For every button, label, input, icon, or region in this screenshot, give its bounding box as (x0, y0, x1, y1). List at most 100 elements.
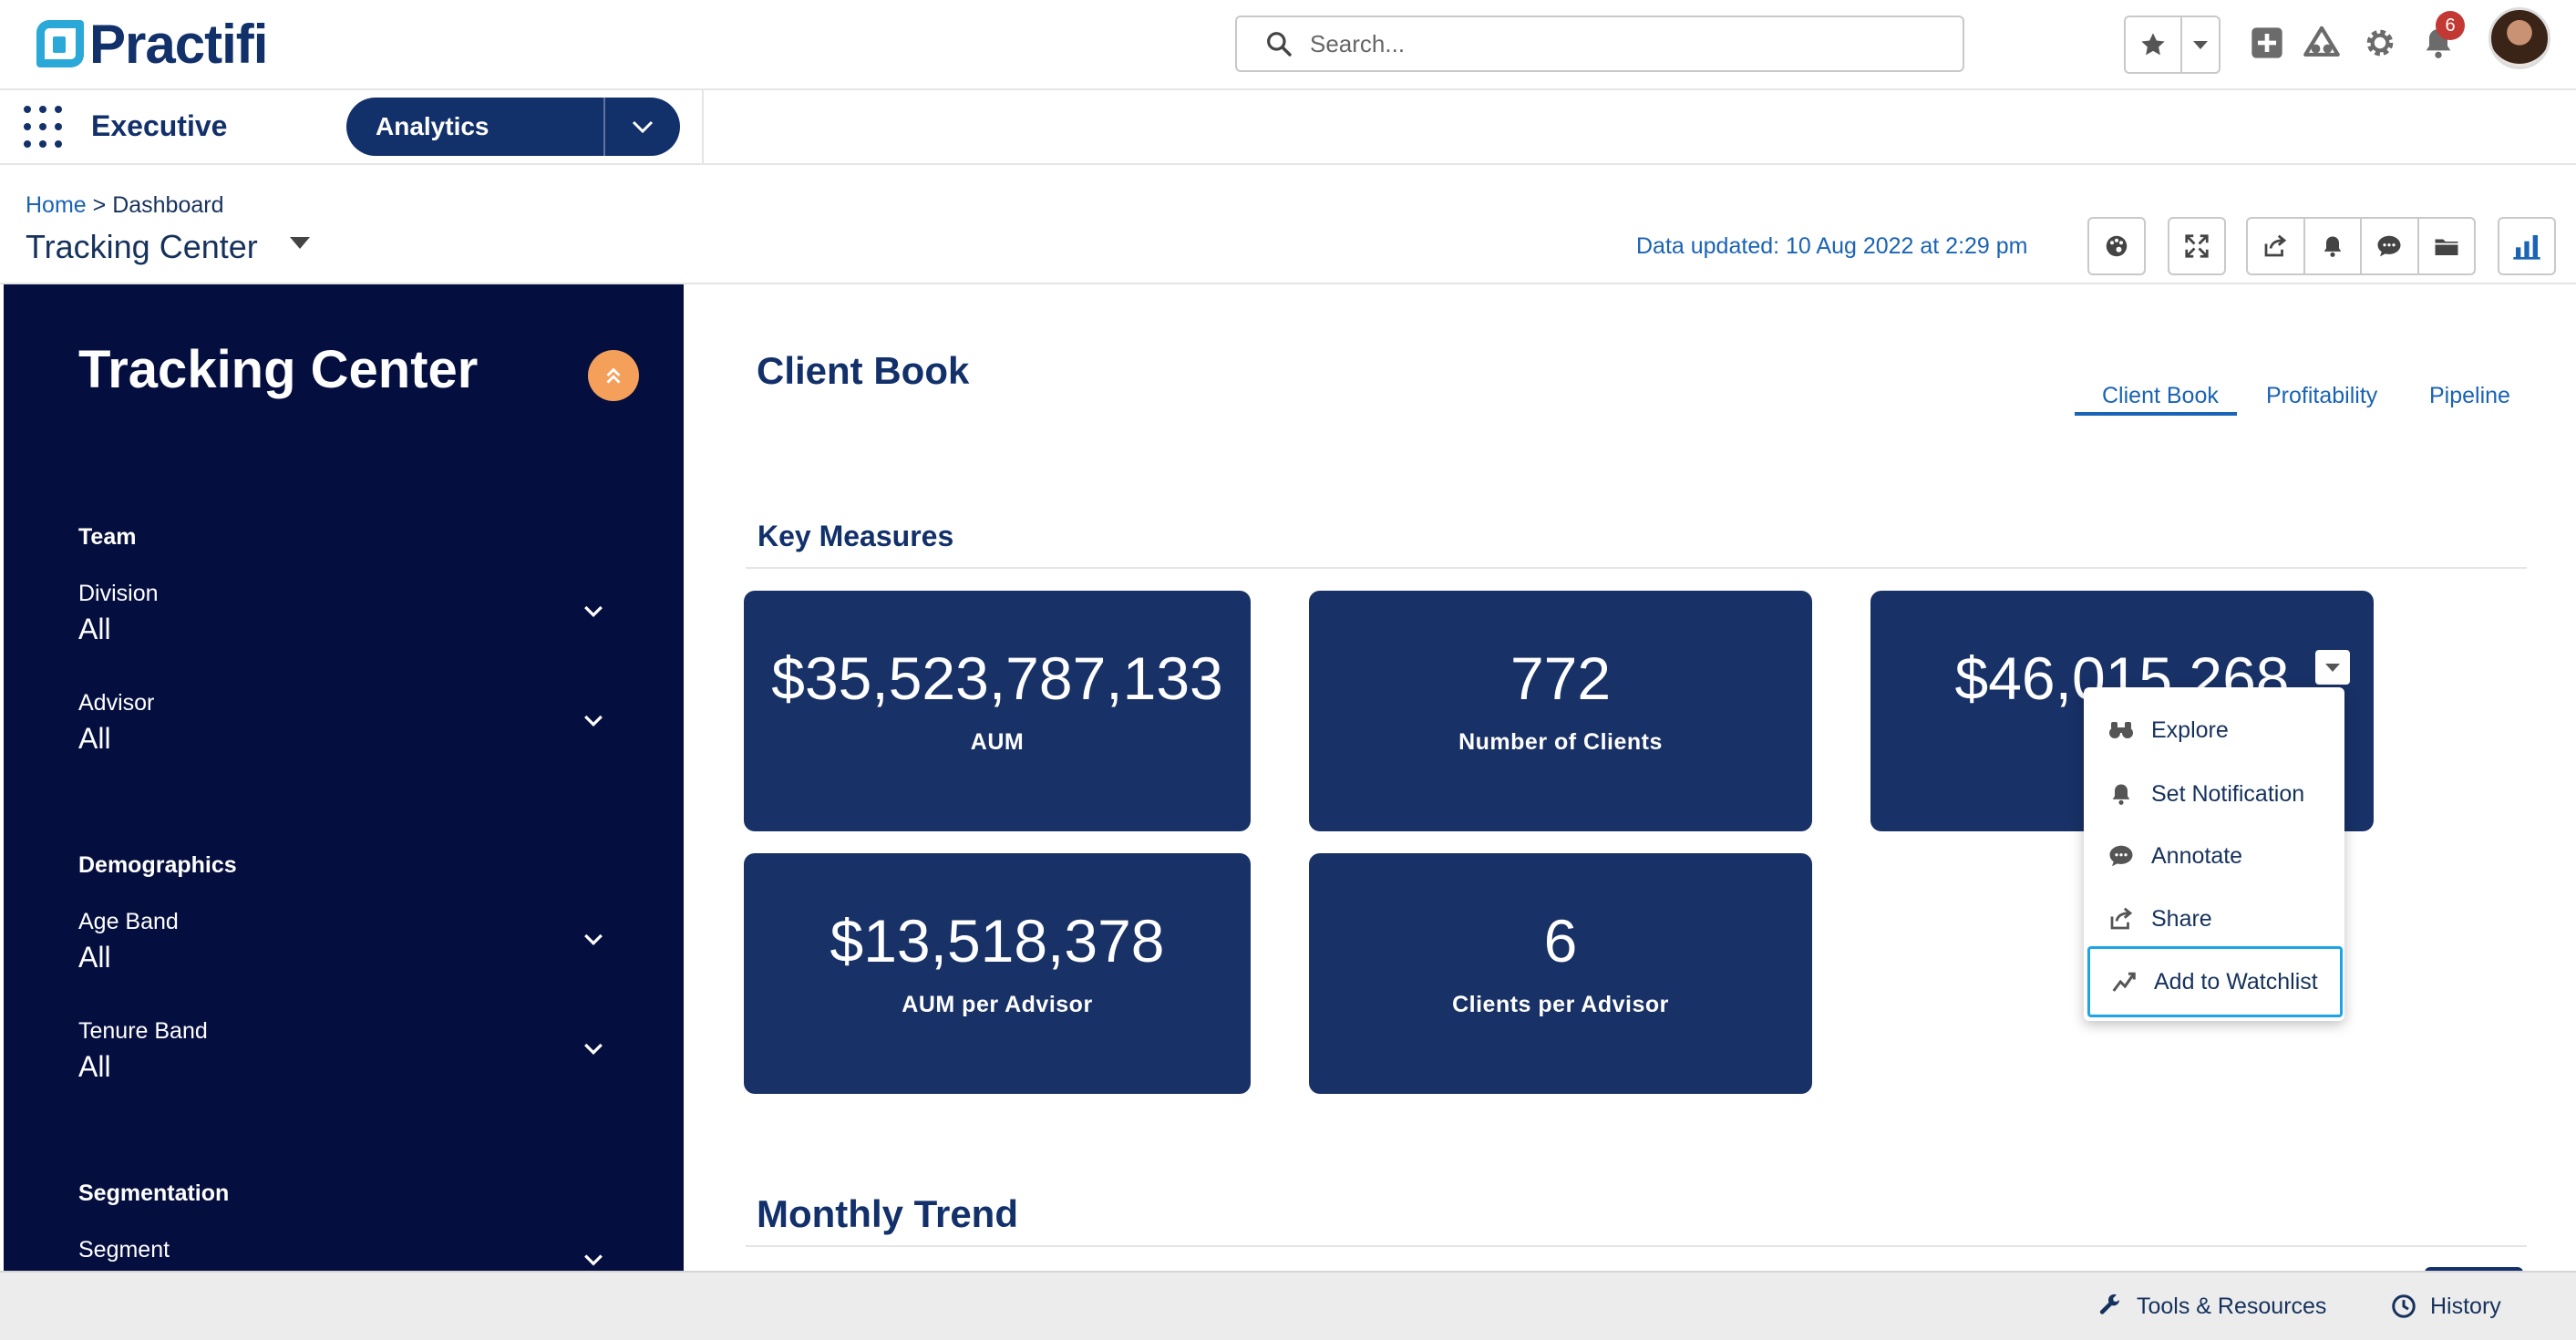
tools-label: Tools & Resources (2137, 1293, 2327, 1319)
tab-pipeline[interactable]: Pipeline (2429, 383, 2510, 409)
kpi-label: AUM per Advisor (902, 992, 1093, 1017)
breadcrumb: Home > Dashboard (26, 192, 224, 219)
notification-icon[interactable] (2305, 219, 2362, 273)
history-button[interactable]: History (2390, 1293, 2501, 1320)
kpi-tile-clients-per-advisor[interactable]: 6 Clients per Advisor (1309, 853, 1812, 1094)
kpi-value: 772 (1510, 644, 1612, 712)
filter-value[interactable]: All (78, 613, 111, 646)
menu-item-explore[interactable]: Explore (2084, 700, 2344, 760)
filter-group-title: Demographics (78, 852, 237, 878)
avatar[interactable] (2488, 7, 2550, 69)
practifi-logo[interactable]: Practifi (36, 14, 268, 75)
filter-value[interactable]: All (78, 722, 111, 756)
app-name: Executive (91, 109, 228, 142)
notification-badge: 6 (2436, 11, 2465, 40)
monthly-trend-title: Monthly Trend (757, 1192, 1018, 1235)
section-title: Client Book (757, 349, 970, 392)
kpi-value: $35,523,787,133 (771, 644, 1223, 712)
trend-icon (2108, 966, 2139, 997)
breadcrumb-separator: > (86, 192, 113, 218)
menu-item-label: Annotate (2151, 842, 2243, 869)
chevron-down-icon[interactable] (603, 98, 680, 156)
tab-profitability[interactable]: Profitability (2266, 383, 2377, 409)
wrench-icon (2099, 1294, 2119, 1314)
kpi-tile-aum-per-advisor[interactable]: $13,518,378 AUM per Advisor (744, 853, 1251, 1094)
caret-down-icon (2325, 664, 2340, 672)
divider (702, 90, 704, 163)
kpi-value: $13,518,378 (829, 907, 1165, 974)
filter-panel (4, 284, 684, 1271)
kpi-label: AUM (970, 729, 1025, 755)
nav-tab-label: Analytics (376, 112, 489, 140)
menu-item-share[interactable]: Share (2084, 889, 2344, 949)
app-launcher-icon[interactable] (24, 106, 67, 149)
filter-label: Tenure Band (78, 1018, 208, 1044)
logo-mark-icon (36, 20, 84, 67)
filter-label: Segment (78, 1237, 170, 1263)
share-icon[interactable] (2248, 219, 2305, 273)
menu-item-label: Set Notification (2151, 780, 2305, 807)
chevron-down-icon[interactable] (2182, 17, 2219, 72)
dashboard-actions-group (2246, 217, 2476, 275)
trailhead-icon[interactable] (2301, 22, 2343, 64)
caret-down-icon[interactable] (290, 237, 310, 249)
search-input[interactable] (1308, 28, 1932, 59)
divider (746, 1245, 2527, 1247)
page-title: Tracking Center (26, 228, 258, 265)
comment-icon[interactable] (2362, 219, 2419, 273)
add-icon[interactable] (2246, 22, 2288, 64)
menu-item-set-notification[interactable]: Set Notification (2084, 764, 2344, 824)
filter-value[interactable]: All (78, 941, 111, 974)
filter-group-title: Segmentation (78, 1180, 230, 1206)
star-icon[interactable] (2126, 17, 2182, 72)
search-icon (1267, 32, 1292, 57)
history-label: History (2430, 1293, 2501, 1319)
filter-label: Advisor (78, 690, 155, 716)
nav-tab-analytics[interactable]: Analytics (346, 98, 680, 156)
fullscreen-icon[interactable] (2168, 217, 2226, 275)
menu-item-label: Explore (2151, 716, 2229, 743)
kpi-label: Number of Clients (1458, 729, 1663, 755)
filter-label: Age Band (78, 909, 179, 934)
tab-client-book[interactable]: Client Book (2102, 383, 2219, 409)
chevron-down-icon[interactable] (580, 926, 607, 953)
chevron-down-icon[interactable] (580, 598, 607, 625)
tile-menu-toggle[interactable] (2315, 650, 2350, 685)
chart-icon[interactable] (2498, 217, 2556, 275)
folder-icon[interactable] (2419, 219, 2475, 273)
panel-title: Tracking Center (78, 340, 479, 399)
tools-resources-button[interactable]: Tools & Resources (2097, 1293, 2326, 1320)
global-search[interactable] (1235, 15, 1964, 72)
kpi-value: 6 (1543, 907, 1578, 974)
chevron-down-icon[interactable] (580, 1254, 607, 1271)
binoculars-icon (2106, 715, 2137, 746)
divider (746, 567, 2527, 569)
key-measures-title: Key Measures (757, 520, 954, 552)
share-icon (2106, 903, 2137, 934)
menu-item-label: Add to Watchlist (2154, 968, 2318, 995)
kpi-tile-number-of-clients[interactable]: 772 Number of Clients (1309, 591, 1812, 831)
bell-icon (2106, 778, 2137, 809)
menu-item-add-to-watchlist[interactable]: Add to Watchlist (2087, 946, 2343, 1017)
comment-icon (2106, 840, 2137, 871)
data-updated-text: Data updated: 10 Aug 2022 at 2:29 pm (1636, 233, 2028, 259)
breadcrumb-current: Dashboard (112, 192, 224, 218)
kpi-tile-aum[interactable]: $35,523,787,133 AUM (744, 591, 1251, 831)
theme-icon[interactable] (2087, 217, 2146, 275)
favorites-group (2124, 15, 2221, 74)
filter-group-title: Team (78, 524, 137, 550)
chevron-down-icon[interactable] (580, 707, 607, 735)
active-tab-indicator (2075, 412, 2237, 416)
menu-item-label: Share (2151, 905, 2212, 932)
logo-text: Practifi (89, 13, 268, 75)
tile-context-menu: Explore Set Notification Annotate Share … (2084, 687, 2344, 1021)
breadcrumb-home-link[interactable]: Home (26, 192, 87, 218)
kpi-label: Clients per Advisor (1452, 992, 1669, 1017)
menu-item-annotate[interactable]: Annotate (2084, 826, 2344, 886)
gear-icon[interactable] (2359, 22, 2401, 64)
filter-value[interactable]: All (78, 1050, 111, 1084)
filter-label: Division (78, 581, 159, 606)
collapse-icon[interactable] (588, 350, 639, 401)
chevron-down-icon[interactable] (580, 1036, 607, 1063)
clock-icon (2392, 1294, 2416, 1318)
